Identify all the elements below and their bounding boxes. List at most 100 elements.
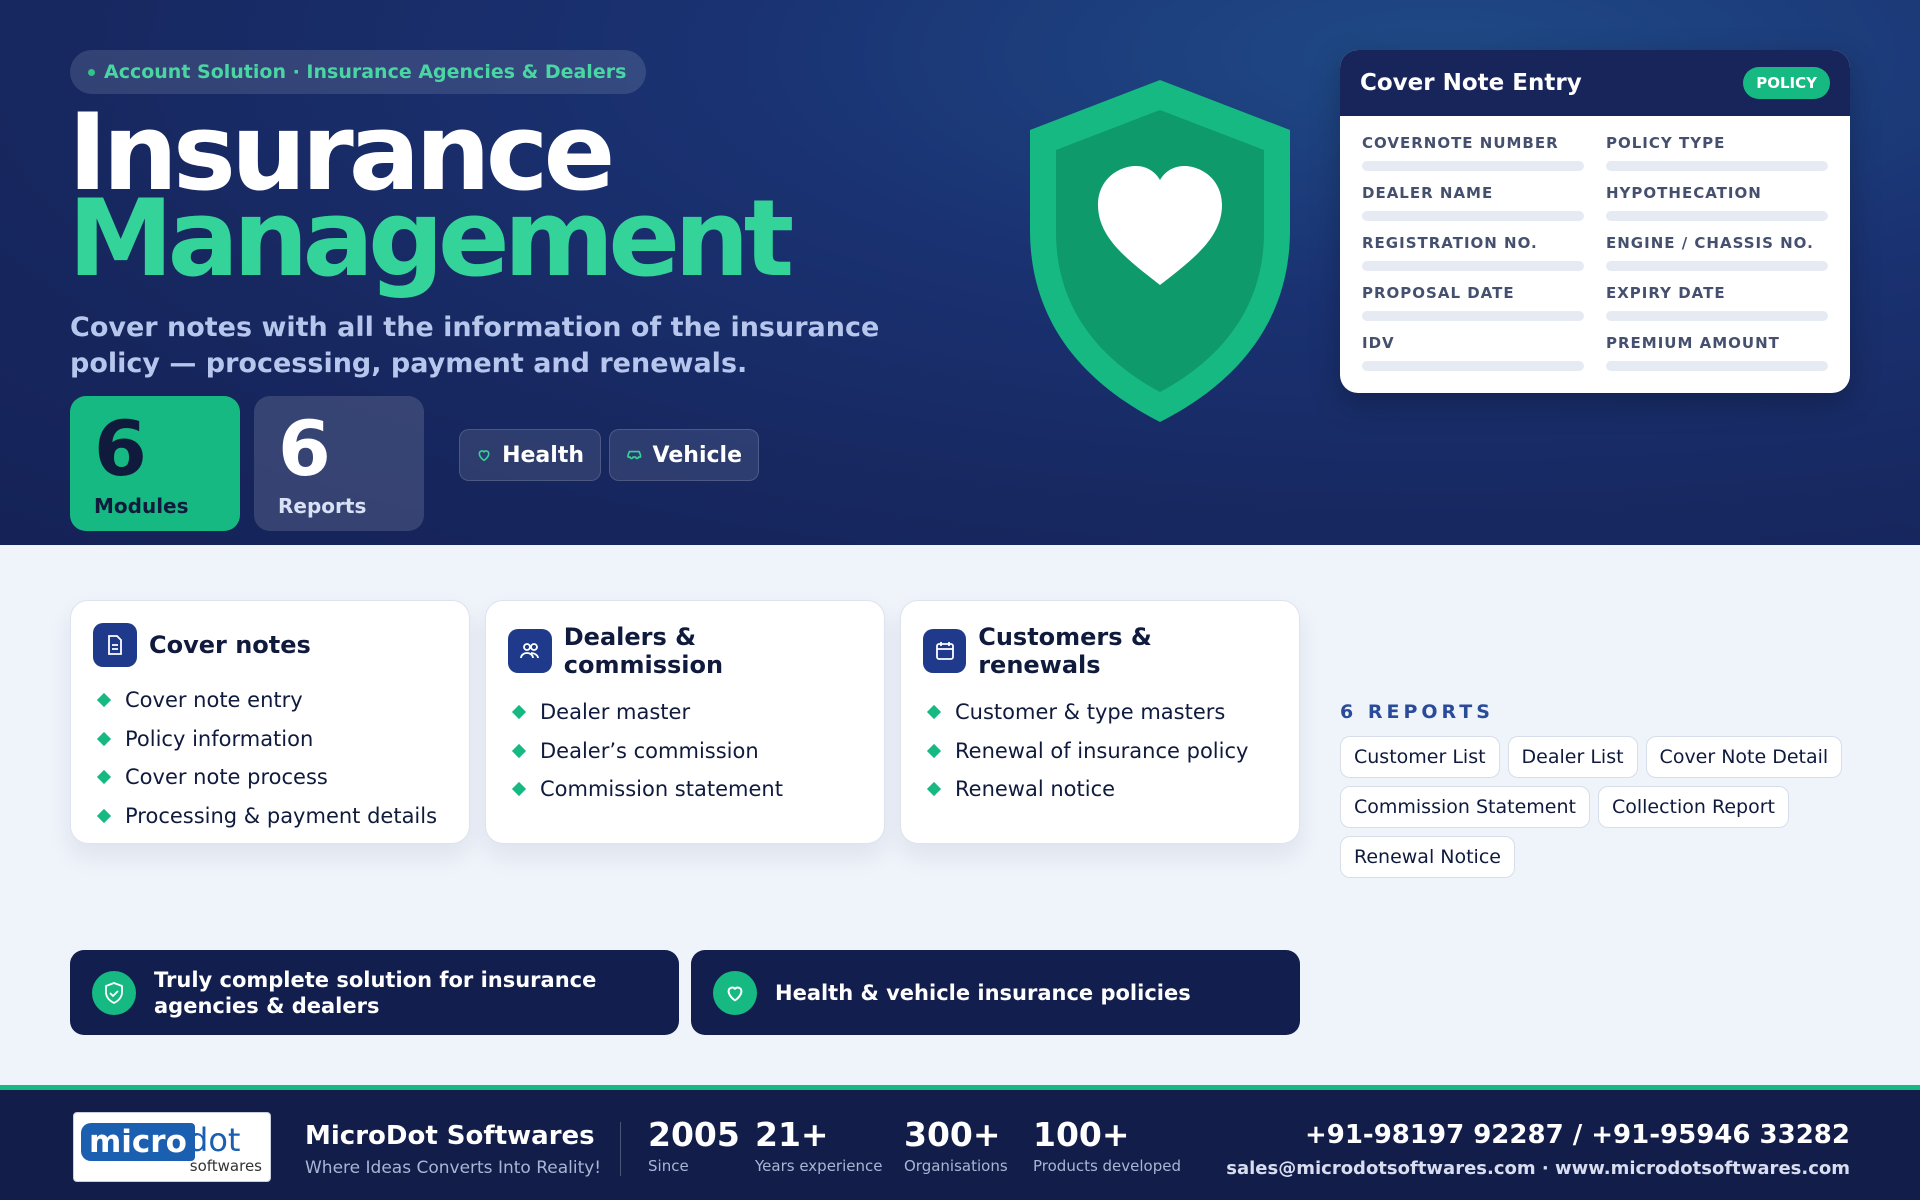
footer-stat-since: 2005 Since — [648, 1115, 740, 1176]
bullet-diamond-icon — [926, 705, 942, 720]
banner-text: Truly complete solution for insurance ag… — [154, 967, 597, 1018]
module-item: Commission statement — [508, 770, 862, 809]
modules-label: Modules — [94, 494, 189, 518]
field-placeholder-bar — [1606, 161, 1828, 171]
bullet-diamond-icon — [96, 693, 112, 708]
bullet-diamond-icon — [96, 808, 112, 823]
reports-chip-list: Customer List Dealer List Cover Note Det… — [1340, 736, 1850, 878]
module-item: Dealer master — [508, 693, 862, 732]
logo-word: micro — [81, 1123, 195, 1161]
shield-heart-icon — [1030, 80, 1290, 422]
report-chip-commission-statement[interactable]: Commission Statement — [1340, 786, 1590, 828]
module-title: Cover notes — [149, 631, 311, 659]
document-icon — [93, 623, 137, 667]
form-field-grid: COVERNOTE NUMBER POLICY TYPE DEALER NAME… — [1362, 134, 1828, 384]
field-placeholder-bar — [1362, 261, 1584, 271]
reports-count: 6 — [278, 404, 331, 493]
footer: micro dot softwares MicroDot Softwares W… — [0, 1085, 1920, 1200]
report-chip-cover-note-detail[interactable]: Cover Note Detail — [1645, 736, 1843, 778]
field-placeholder-bar — [1362, 311, 1584, 321]
report-chip-renewal-notice[interactable]: Renewal Notice — [1340, 836, 1515, 878]
logo-dot: dot — [188, 1121, 241, 1159]
banner-health-vehicle: Health & vehicle insurance policies — [691, 950, 1300, 1035]
contact-email-web[interactable]: sales@microdotsoftwares.com · www.microd… — [1226, 1158, 1850, 1179]
module-item: Cover note process — [93, 758, 447, 797]
modules-stat-card: 6 Modules — [70, 396, 240, 531]
modules-count: 6 — [94, 404, 147, 493]
bullet-diamond-icon — [96, 770, 112, 785]
module-item: Cover note entry — [93, 681, 447, 720]
users-icon — [508, 629, 552, 673]
shield-check-icon — [92, 970, 136, 1015]
module-card-dealers-commission: Dealers & commission Dealer master Deale… — [485, 600, 885, 844]
cover-note-entry-title: Cover Note Entry — [1360, 70, 1582, 96]
policy-badge: POLICY — [1743, 67, 1830, 99]
company-name: MicroDot Softwares — [305, 1121, 595, 1151]
company-tagline: Where Ideas Converts Into Reality! — [305, 1158, 602, 1178]
field-placeholder-bar — [1606, 261, 1828, 271]
bullet-diamond-icon — [511, 705, 527, 720]
bullet-diamond-icon — [96, 731, 112, 746]
cover-note-entry-header: Cover Note Entry POLICY — [1340, 50, 1850, 116]
reports-stat-card: 6 Reports — [254, 396, 424, 531]
field-proposal-date: PROPOSAL DATE — [1362, 284, 1584, 334]
module-item: Dealer’s commission — [508, 732, 862, 771]
field-hypothecation: HYPOTHECATION — [1606, 184, 1828, 234]
module-card-customers-renewals: Customers & renewals Customer & type mas… — [900, 600, 1300, 844]
module-item: Customer & type masters — [923, 693, 1277, 732]
hero-title-line2: Management — [68, 177, 794, 300]
vehicle-pill: Vehicle — [609, 429, 759, 481]
module-item: Renewal notice — [923, 770, 1277, 809]
hero-subtitle: Cover notes with all the information of … — [70, 312, 880, 379]
contact-phone[interactable]: +91-98197 92287 / +91-95946 33282 — [1305, 1120, 1850, 1150]
bullet-diamond-icon — [926, 782, 942, 797]
microdot-logo: micro dot softwares — [73, 1112, 271, 1182]
health-pill: Health — [459, 429, 601, 481]
banner-text: Health & vehicle insurance policies — [775, 980, 1191, 1005]
heart-icon — [478, 450, 490, 462]
field-dealer-name: DEALER NAME — [1362, 184, 1584, 234]
module-title: Dealers & commission — [563, 623, 724, 679]
cover-note-entry-card: Cover Note Entry POLICY COVERNOTE NUMBER… — [1340, 50, 1850, 393]
footer-divider — [620, 1122, 621, 1176]
bullet-diamond-icon — [926, 743, 942, 758]
module-item: Policy information — [93, 720, 447, 759]
field-placeholder-bar — [1362, 361, 1584, 371]
vehicle-pill-label: Vehicle — [652, 442, 742, 468]
field-premium-amount: PREMIUM AMOUNT — [1606, 334, 1828, 384]
heart-icon — [713, 970, 757, 1015]
footer-stat-organisations: 300+ Organisations — [904, 1115, 1008, 1176]
footer-stat-years: 21+ Years experience — [755, 1115, 883, 1176]
reports-heading: 6 REPORTS — [1340, 701, 1494, 723]
bullet-diamond-icon — [511, 782, 527, 797]
report-chip-customer-list[interactable]: Customer List — [1340, 736, 1500, 778]
reports-label: Reports — [278, 494, 367, 518]
field-covernote-number: COVERNOTE NUMBER — [1362, 134, 1584, 184]
field-policy-type: POLICY TYPE — [1606, 134, 1828, 184]
field-placeholder-bar — [1362, 211, 1584, 221]
module-item: Renewal of insurance policy — [923, 732, 1277, 771]
bullet-diamond-icon — [511, 743, 527, 758]
eyebrow-tag: Account Solution · Insurance Agencies & … — [70, 50, 647, 94]
eyebrow-text: Account Solution · Insurance Agencies & … — [104, 61, 627, 83]
footer-stat-products: 100+ Products developed — [1033, 1115, 1182, 1176]
report-chip-dealer-list[interactable]: Dealer List — [1507, 736, 1638, 778]
field-placeholder-bar — [1606, 211, 1828, 221]
module-card-cover-notes: Cover notes Cover note entry Policy info… — [70, 600, 470, 844]
banner-complete-solution: Truly complete solution for insurance ag… — [70, 950, 679, 1035]
module-item: Processing & payment details — [93, 797, 447, 836]
calendar-icon — [923, 629, 967, 673]
field-placeholder-bar — [1606, 311, 1828, 321]
field-engine-chassis-no: ENGINE / CHASSIS NO. — [1606, 234, 1828, 284]
field-placeholder-bar — [1606, 361, 1828, 371]
eyebrow-dot-icon — [88, 69, 95, 76]
module-title: Customers & renewals — [978, 623, 1152, 679]
field-registration-no: REGISTRATION NO. — [1362, 234, 1584, 284]
field-expiry-date: EXPIRY DATE — [1606, 284, 1828, 334]
car-icon — [627, 450, 642, 460]
field-placeholder-bar — [1362, 161, 1584, 171]
report-chip-collection-report[interactable]: Collection Report — [1597, 786, 1789, 828]
logo-sub: softwares — [189, 1157, 262, 1175]
health-pill-label: Health — [502, 442, 584, 468]
field-idv: IDV — [1362, 334, 1584, 384]
